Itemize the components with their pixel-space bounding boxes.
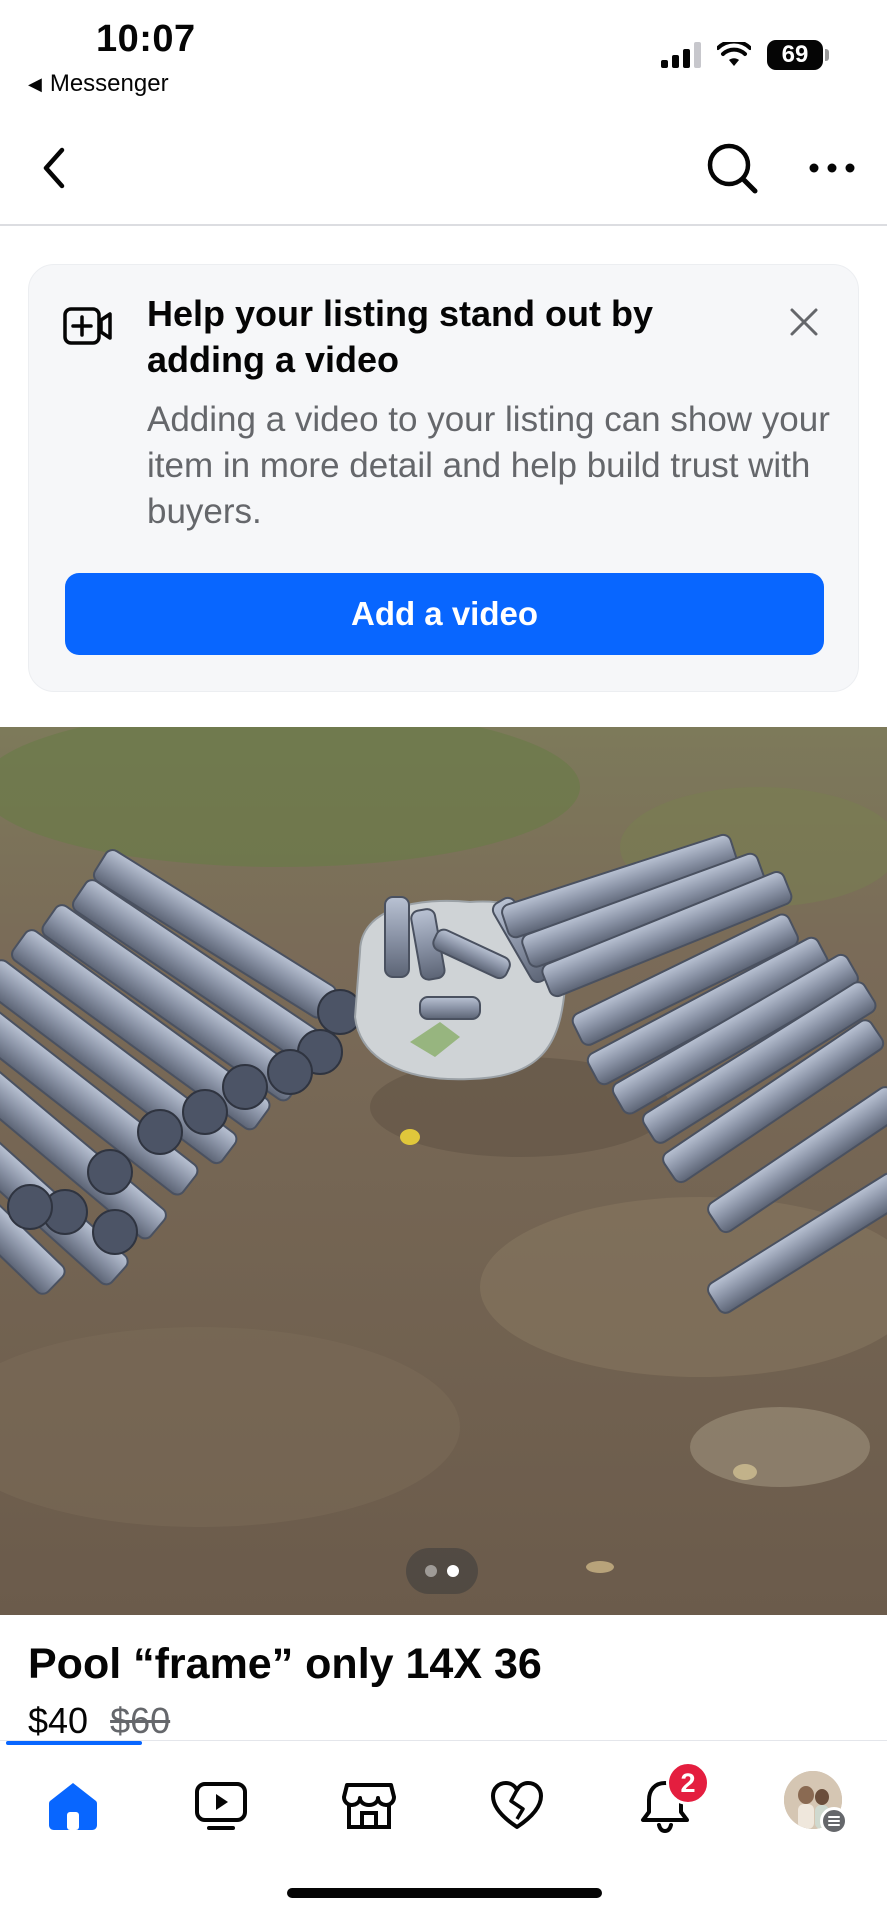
more-horizontal-icon[interactable] (808, 156, 856, 180)
listing-photo[interactable] (0, 727, 887, 1615)
wifi-icon (717, 42, 751, 66)
status-indicators: 69 (661, 40, 829, 70)
add-video-promo-card: Help your listing stand out by adding a … (28, 264, 859, 692)
home-icon (49, 1783, 97, 1830)
back-app-label: Messenger (49, 70, 169, 97)
search-icon[interactable] (704, 140, 760, 196)
status-time: 10:07 (96, 18, 196, 60)
home-indicator[interactable] (287, 1888, 602, 1898)
battery-icon: 69 (767, 40, 829, 70)
back-triangle-icon: ◀ (28, 73, 42, 94)
add-video-button[interactable]: Add a video (65, 573, 824, 655)
price-row: $40 $60 (28, 1700, 170, 1742)
tab-home[interactable] (38, 1771, 108, 1841)
promo-body: Adding a video to your listing can show … (147, 400, 830, 531)
active-tab-indicator (6, 1741, 142, 1745)
listing-original-price: $60 (110, 1700, 171, 1741)
battery-level: 69 (767, 40, 823, 70)
listing-title: Pool “frame” only 14X 36 (28, 1640, 542, 1688)
listing-price: $40 (28, 1700, 89, 1741)
photo-page-indicator[interactable] (406, 1548, 478, 1594)
status-bar: 10:07 ◀ Messenger 69 (0, 0, 887, 110)
photo-dot-1 (425, 1565, 437, 1577)
marketplace-icon (342, 1783, 396, 1829)
promo-title: Help your listing stand out by adding a … (147, 293, 654, 380)
pool-frame-pipes-image (0, 727, 887, 1615)
video-icon (195, 1782, 247, 1830)
menu-icon[interactable] (820, 1807, 848, 1835)
notifications-badge: 2 (666, 1761, 710, 1805)
dating-icon (491, 1781, 543, 1829)
tab-marketplace[interactable] (334, 1771, 404, 1841)
cellular-signal-icon (661, 42, 701, 68)
chevron-left-icon[interactable] (34, 140, 74, 196)
back-to-messenger[interactable]: ◀ Messenger (28, 70, 169, 98)
tab-video[interactable] (186, 1771, 256, 1841)
nav-bar (0, 110, 887, 226)
photo-dot-2 (447, 1565, 459, 1577)
tab-dating[interactable] (482, 1771, 552, 1841)
add-video-icon (63, 307, 112, 345)
close-icon[interactable] (787, 305, 821, 339)
